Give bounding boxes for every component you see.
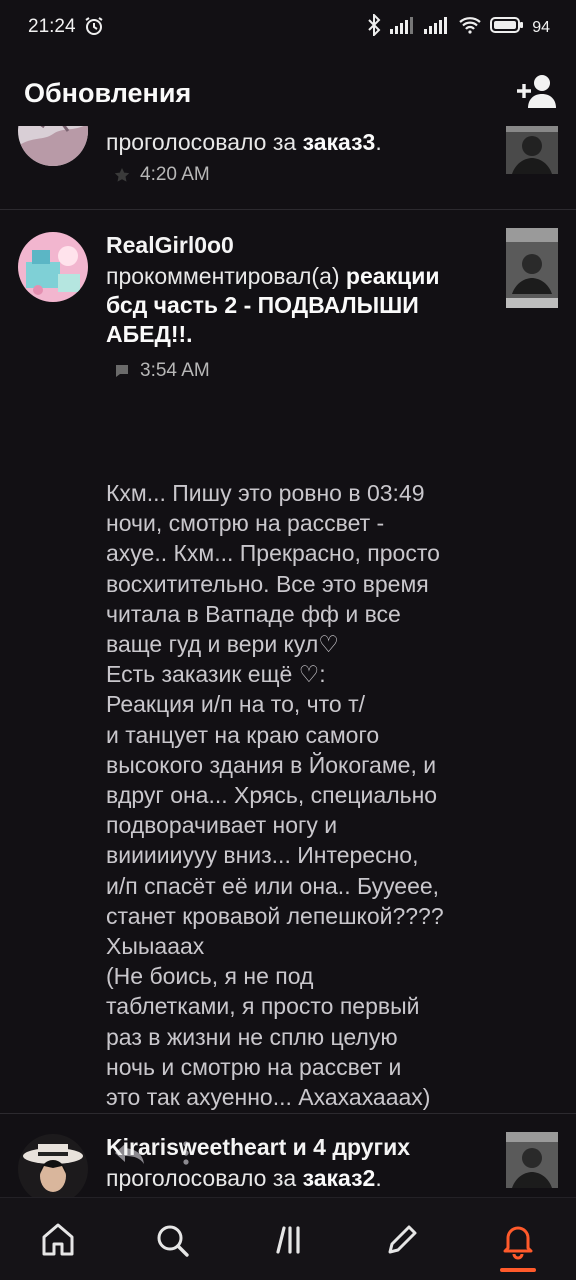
feed-item-vote[interactable]: Kirarisweetheart и 4 других проголосовал… xyxy=(0,1114,576,1198)
feed-item-comment[interactable]: RealGirl0o0 прокомментировал(а) реакции … xyxy=(0,210,576,1165)
story-title-line[interactable]: бсд часть 2 - ПОДВАЛЫШИ xyxy=(106,291,490,320)
username[interactable]: RealGirl0o0 xyxy=(106,232,234,259)
app-bar: Обновления xyxy=(0,60,576,126)
star-icon xyxy=(114,168,130,182)
nav-home[interactable] xyxy=(38,1220,78,1260)
nav-write[interactable] xyxy=(382,1220,422,1260)
story-cover-thumbnail[interactable] xyxy=(506,228,558,308)
nav-library[interactable] xyxy=(268,1220,308,1260)
battery-icon xyxy=(490,16,524,39)
comment-icon xyxy=(116,365,128,377)
home-icon xyxy=(42,1223,74,1256)
story-cover-thumbnail[interactable] xyxy=(506,126,558,174)
story-link[interactable]: заказ3 xyxy=(303,129,376,155)
library-icon xyxy=(276,1226,300,1254)
story-cover-thumbnail[interactable] xyxy=(506,1132,558,1188)
status-time: 21:24 xyxy=(28,16,76,37)
feed-item-vote[interactable]: проголосовало за заказ3. 4:20 AM xyxy=(0,126,576,210)
active-tab-indicator xyxy=(500,1268,536,1272)
activity-text: проголосовало за заказ3. xyxy=(106,129,382,155)
wifi-icon xyxy=(458,16,482,39)
add-user-icon xyxy=(517,75,556,108)
pencil-icon xyxy=(388,1225,417,1254)
battery-percent: 94 xyxy=(532,18,550,36)
story-link[interactable]: заказ2 xyxy=(303,1165,376,1191)
search-icon xyxy=(157,1225,189,1257)
avatar[interactable] xyxy=(18,232,88,302)
page-title: Обновления xyxy=(24,78,192,108)
bluetooth-icon xyxy=(366,12,382,41)
updates-feed: проголосовало за заказ3. 4:20 AM RealGir… xyxy=(0,126,576,1198)
activity-text: прокомментировал(а) реакции xyxy=(106,263,440,289)
signal-icon xyxy=(390,16,416,39)
avatar[interactable] xyxy=(18,1134,88,1198)
bottom-navigation xyxy=(0,1197,576,1280)
avatar[interactable] xyxy=(18,126,88,166)
alarm-icon xyxy=(84,16,104,41)
status-bar: 21:24 94 xyxy=(0,0,576,56)
timestamp: 4:20 AM xyxy=(114,164,210,186)
timestamp: 3:54 AM xyxy=(114,360,210,382)
comment-text: Кхм... Пишу это ровно в 03:49 ночи, смот… xyxy=(106,480,444,1111)
story-title-line[interactable]: АБЕД!!. xyxy=(106,320,490,349)
activity-text: проголосовало за заказ2. xyxy=(106,1165,382,1191)
signal-icon-2 xyxy=(424,16,450,39)
add-user-button[interactable] xyxy=(516,72,558,112)
story-link[interactable]: реакции xyxy=(346,263,440,289)
username[interactable]: Kirarisweetheart и 4 других xyxy=(106,1134,410,1161)
bell-icon xyxy=(503,1226,533,1260)
nav-search[interactable] xyxy=(152,1220,192,1260)
nav-notifications[interactable] xyxy=(498,1220,538,1260)
